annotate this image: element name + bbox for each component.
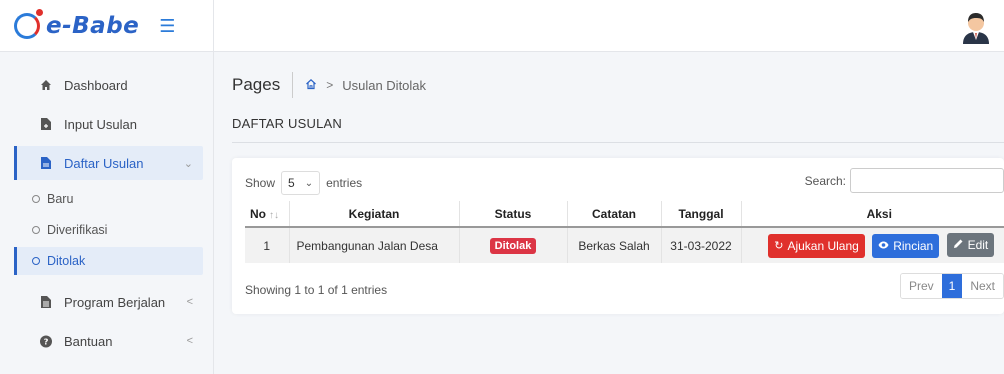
sidebar-item-program-berjalan[interactable]: Program Berjalan < bbox=[14, 285, 203, 319]
chevron-down-icon: ⌄ bbox=[304, 177, 314, 189]
status-badge: Ditolak bbox=[489, 237, 537, 254]
breadcrumb-divider bbox=[292, 72, 294, 98]
hamburger-menu-icon[interactable]: ☰ bbox=[159, 17, 175, 35]
page-1-button[interactable]: 1 bbox=[941, 274, 963, 298]
pencil-icon bbox=[953, 238, 964, 252]
next-page-button[interactable]: Next bbox=[962, 274, 1003, 298]
sidebar-item-bantuan[interactable]: ? Bantuan < bbox=[14, 324, 203, 358]
sort-icon: ↑↓ bbox=[269, 209, 279, 221]
eye-icon bbox=[878, 240, 889, 252]
search-label: Search: bbox=[804, 173, 846, 188]
sidebar-subitem-label: Diverifikasi bbox=[47, 223, 108, 237]
detail-label: Rincian bbox=[893, 239, 934, 253]
sidebar-item-label: Input Usulan bbox=[64, 116, 137, 132]
sidebar-item-label: Daftar Usulan bbox=[64, 155, 144, 171]
sidebar-item-dashboard[interactable]: Dashboard bbox=[14, 68, 203, 102]
length-control: Show 5 ⌄ entries bbox=[245, 171, 362, 195]
circle-icon bbox=[32, 257, 40, 265]
cell-tanggal: 31-03-2022 bbox=[661, 227, 742, 263]
cell-kegiatan: Pembangunan Jalan Desa bbox=[289, 227, 460, 263]
cell-catatan: Berkas Salah bbox=[567, 227, 662, 263]
column-header-aksi: Aksi bbox=[741, 201, 1004, 228]
sidebar-item-daftar-usulan[interactable]: Daftar Usulan ⌄ bbox=[14, 146, 203, 180]
show-label: Show bbox=[245, 176, 276, 190]
entries-length-select[interactable]: 5 ⌄ bbox=[281, 171, 321, 195]
sidebar-nav: Dashboard Input Usulan Daftar Usulan ⌄ B… bbox=[0, 52, 213, 358]
home-icon[interactable] bbox=[305, 78, 317, 93]
sidebar-subitem-ditolak[interactable]: Ditolak bbox=[14, 247, 203, 275]
table-row: 1 Pembangunan Jalan Desa Ditolak Berkas … bbox=[245, 227, 1004, 263]
search-control: Search: bbox=[805, 168, 1004, 193]
home-icon bbox=[40, 79, 52, 91]
cell-no: 1 bbox=[245, 227, 290, 263]
column-header-kegiatan[interactable]: Kegiatan bbox=[289, 201, 460, 228]
table-info: Showing 1 to 1 of 1 entries bbox=[245, 283, 388, 297]
column-header-catatan[interactable]: Catatan bbox=[567, 201, 662, 228]
column-header-tanggal[interactable]: Tanggal bbox=[661, 201, 742, 228]
circle-icon bbox=[32, 195, 40, 203]
refresh-icon: ↻ bbox=[774, 240, 784, 252]
detail-button[interactable]: Rincian bbox=[872, 234, 940, 258]
brand: e-Babe ☰ bbox=[0, 0, 213, 52]
table-header-row: No ↑↓ Kegiatan Status Catatan Tanggal Aks… bbox=[245, 201, 1004, 228]
sidebar-subitem-baru[interactable]: Baru bbox=[14, 185, 203, 213]
data-table: No ↑↓ Kegiatan Status Catatan Tanggal Aks… bbox=[245, 201, 1004, 263]
chevron-left-icon: < bbox=[186, 335, 193, 347]
chevron-down-icon: ⌄ bbox=[183, 157, 193, 170]
divider bbox=[232, 142, 1004, 143]
pagination: Prev 1 Next bbox=[899, 273, 1004, 299]
edit-label: Edit bbox=[967, 238, 989, 252]
search-input[interactable] bbox=[850, 168, 1004, 193]
column-header-status[interactable]: Status bbox=[459, 201, 568, 228]
chevron-left-icon: < bbox=[186, 296, 193, 308]
circle-icon bbox=[32, 226, 40, 234]
sidebar-item-label: Bantuan bbox=[64, 333, 113, 349]
entries-length-value: 5 bbox=[288, 176, 295, 190]
file-icon bbox=[40, 157, 52, 169]
sidebar: e-Babe ☰ Dashboard Input Usulan Daftar U… bbox=[0, 0, 214, 374]
column-header-no[interactable]: No ↑↓ bbox=[245, 201, 290, 228]
brand-logo-icon bbox=[14, 8, 43, 39]
table-card: Show 5 ⌄ entries Search: No ↑↓ Kegiatan S… bbox=[232, 158, 1004, 314]
sidebar-item-label: Program Berjalan bbox=[64, 294, 166, 310]
page-title: Pages bbox=[232, 75, 281, 94]
sidebar-subitem-label: Ditolak bbox=[47, 254, 86, 268]
sidebar-subitem-label: Baru bbox=[47, 192, 74, 206]
sidebar-item-label: Dashboard bbox=[64, 77, 128, 93]
prev-page-button[interactable]: Prev bbox=[900, 274, 942, 298]
breadcrumb-current: Usulan Ditolak bbox=[342, 77, 427, 93]
section-title: DAFTAR USULAN bbox=[232, 116, 342, 131]
cell-status: Ditolak bbox=[459, 227, 568, 263]
file-text-icon bbox=[40, 296, 52, 308]
brand-name: e-Babe bbox=[46, 12, 140, 39]
user-avatar[interactable] bbox=[960, 10, 992, 44]
file-plus-icon bbox=[40, 118, 52, 130]
resubmit-label: Ajukan Ulang bbox=[787, 238, 859, 253]
resubmit-button[interactable]: ↻ Ajukan Ulang bbox=[768, 233, 865, 258]
edit-button[interactable]: Edit bbox=[946, 233, 995, 257]
cell-aksi: ↻ Ajukan Ulang Rincian Edit bbox=[741, 227, 1004, 263]
topbar bbox=[214, 0, 1004, 52]
sidebar-item-input-usulan[interactable]: Input Usulan bbox=[14, 107, 203, 141]
sidebar-subitem-diverifikasi[interactable]: Diverifikasi bbox=[14, 216, 203, 244]
question-circle-icon: ? bbox=[40, 335, 52, 348]
chevron-right-icon: > bbox=[326, 78, 334, 92]
entries-label: entries bbox=[326, 176, 363, 190]
breadcrumb: Pages > Usulan Ditolak bbox=[232, 72, 426, 98]
svg-text:?: ? bbox=[44, 336, 49, 346]
main-content: Pages > Usulan Ditolak DAFTAR USULAN Sho… bbox=[214, 52, 1004, 374]
